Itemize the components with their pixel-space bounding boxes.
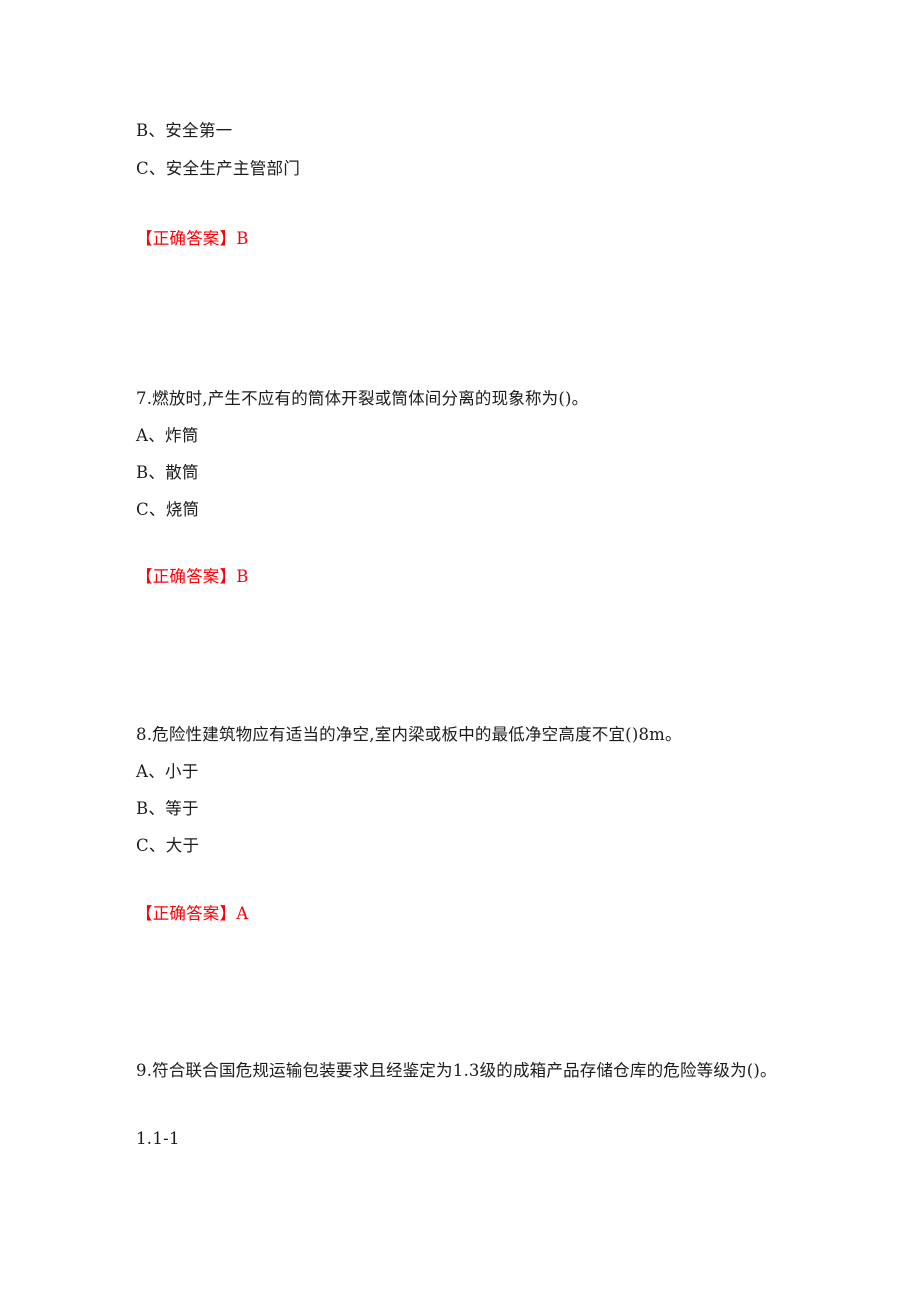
question-stem-text: 7.燃放时,产生不应有的筒体开裂或筒体间分离的现象称为()。 <box>136 389 589 408</box>
previous-question-option-b: B、安全第一 <box>136 112 796 149</box>
answer-line: 【正确答案】B <box>136 560 796 594</box>
option-item[interactable]: B、散筒 <box>136 454 796 491</box>
question-8-stem: 8.危险性建筑物应有适当的净空,室内梁或板中的最低净空高度不宜()8m。 <box>136 716 796 754</box>
question-7-stem: 7.燃放时,产生不应有的筒体开裂或筒体间分离的现象称为()。 <box>136 380 796 418</box>
question-stem-text: 9.符合联合国危规运输包装要求且经鉴定为1.3级的成箱产品存储仓库的危险等级为(… <box>136 1061 777 1080</box>
question-7-answer-row: 【正确答案】B <box>136 560 796 594</box>
previous-question-answer-row: 【正确答案】B <box>136 222 796 256</box>
question-8-options: A、小于 B、等于 C、大于 <box>136 753 796 864</box>
answer-value: B <box>236 567 249 586</box>
question-8-answer-row: 【正确答案】A <box>136 897 796 931</box>
answer-line: 【正确答案】A <box>136 897 796 931</box>
answer-value: A <box>236 904 249 923</box>
option-item[interactable]: B、等于 <box>136 790 796 827</box>
answer-label: 【正确答案】 <box>136 229 237 248</box>
option-text: B、安全第一 <box>136 121 233 140</box>
option-text: C、安全生产主管部门 <box>136 159 301 178</box>
answer-value: B <box>236 229 249 248</box>
question-7-options: A、炸筒 B、散筒 C、烧筒 <box>136 417 796 528</box>
option-item[interactable]: C、大于 <box>136 827 796 864</box>
option-item[interactable]: C、烧筒 <box>136 491 796 528</box>
question-9-stem: 9.符合联合国危规运输包装要求且经鉴定为1.3级的成箱产品存储仓库的危险等级为(… <box>136 1052 788 1090</box>
option-item[interactable]: 1.1-1 <box>136 1122 796 1156</box>
answer-label: 【正确答案】 <box>136 567 237 586</box>
option-item[interactable]: A、小于 <box>136 753 796 790</box>
option-item[interactable]: A、炸筒 <box>136 417 796 454</box>
question-stem-text: 8.危险性建筑物应有适当的净空,室内梁或板中的最低净空高度不宜()8m。 <box>136 725 682 744</box>
document-page: B、安全第一 C、安全生产主管部门 【正确答案】B 7.燃放时,产生不应有的筒体… <box>0 0 920 1302</box>
answer-label: 【正确答案】 <box>136 904 237 923</box>
answer-line: 【正确答案】B <box>136 222 796 256</box>
question-9-options: 1.1-1 <box>136 1122 796 1156</box>
previous-question-option-c: C、安全生产主管部门 <box>136 150 796 187</box>
